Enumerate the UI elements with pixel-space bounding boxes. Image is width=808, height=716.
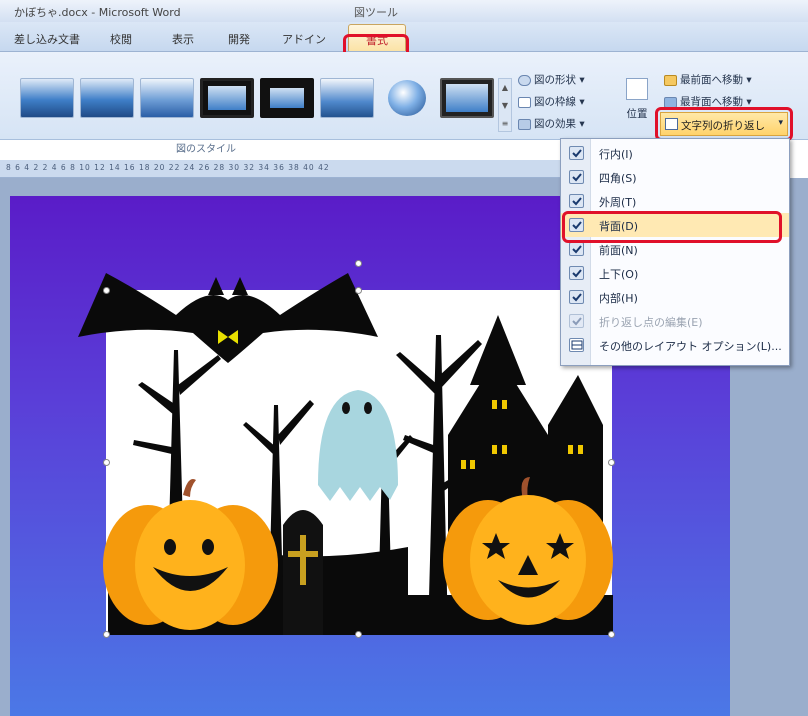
picture-border-icon [518, 96, 531, 108]
picture-style-thumb-1[interactable] [20, 78, 74, 118]
picture-style-thumb-6[interactable] [320, 78, 374, 118]
resize-handle-top[interactable] [355, 287, 362, 294]
wrap-through-icon [569, 290, 584, 304]
send-to-back-icon [664, 96, 677, 108]
tab-mailings[interactable]: 差し込み文書 [14, 31, 80, 47]
picture-style-thumb-2[interactable] [80, 78, 134, 118]
ruler-labels: 8 6 4 2 2 4 6 8 10 12 14 16 18 20 22 24 … [6, 163, 330, 172]
tab-addins[interactable]: アドイン [282, 31, 326, 47]
menu-item-tight[interactable]: 外周(T) [561, 189, 789, 213]
menu-item-more-layout-options[interactable]: その他のレイアウト オプション(L)... [561, 333, 789, 357]
bring-to-front-button[interactable]: 最前面へ移動 ▾ [664, 72, 752, 87]
wrap-inline-icon [569, 146, 584, 160]
resize-handle-bottom-left[interactable] [103, 631, 110, 638]
picture-style-thumb-4[interactable] [200, 78, 254, 118]
left-pumpkin [103, 479, 278, 630]
resize-handle-bottom-right[interactable] [608, 631, 615, 638]
layout-options-icon [569, 338, 584, 352]
edit-wrap-points-icon [569, 314, 584, 328]
send-to-back-button[interactable]: 最背面へ移動 ▾ [664, 94, 752, 109]
wrap-square-icon [569, 170, 584, 184]
horizontal-ruler[interactable]: 8 6 4 2 2 4 6 8 10 12 14 16 18 20 22 24 … [0, 160, 560, 178]
menu-item-in-front-of-text[interactable]: 前面(N) [561, 237, 789, 261]
text-wrapping-button[interactable]: 文字列の折り返し ▾ [660, 112, 788, 136]
tab-format-label: 書式 [366, 34, 388, 47]
wrap-in-front-icon [569, 242, 584, 256]
tab-review[interactable]: 校閲 [110, 31, 132, 47]
position-button[interactable]: 位置 [622, 74, 652, 128]
menu-item-top-and-bottom[interactable]: 上下(O) [561, 261, 789, 285]
wrap-tight-icon [569, 194, 584, 208]
picture-effects-icon [518, 118, 531, 130]
rotation-handle[interactable] [355, 260, 362, 267]
wrap-behind-text-icon [569, 218, 584, 232]
tab-view[interactable]: 表示 [172, 31, 194, 47]
resize-handle-top-left[interactable] [103, 287, 110, 294]
picture-shape-button[interactable]: 図の形状 ▾ [518, 72, 585, 87]
picture-shape-icon [518, 74, 531, 86]
menu-item-behind-text[interactable]: 背面(D) [561, 213, 789, 237]
gallery-down-arrow-icon[interactable]: ▼ [499, 97, 511, 115]
halloween-clipart [78, 273, 613, 635]
tab-developer[interactable]: 開発 [228, 31, 250, 47]
gallery-up-arrow-icon[interactable]: ▲ [499, 79, 511, 97]
picture-style-thumb-3[interactable] [140, 78, 194, 118]
picture-style-thumb-7[interactable] [380, 78, 434, 118]
chevron-down-icon: ▾ [778, 118, 783, 128]
resize-handle-left[interactable] [103, 459, 110, 466]
title-bar: かぼちゃ.docx - Microsoft Word 図ツール [0, 0, 808, 22]
text-wrapping-menu: 行内(I) 四角(S) 外周(T) 背面(D) 前面(N) 上下(O) 内部(H… [560, 138, 790, 366]
menu-item-edit-wrap-points: 折り返し点の編集(E) [561, 309, 789, 333]
wrap-top-bottom-icon [569, 266, 584, 280]
text-wrapping-icon [665, 118, 678, 130]
gallery-scroll-buttons[interactable]: ▲ ▼ ≡ [498, 78, 512, 132]
tab-format[interactable]: 書式 [348, 24, 406, 51]
picture-effects-button[interactable]: 図の効果 ▾ [518, 116, 585, 131]
picture-border-button[interactable]: 図の枠線 ▾ [518, 94, 585, 109]
gallery-more-icon[interactable]: ≡ [499, 115, 511, 133]
position-icon [626, 78, 648, 100]
text-wrapping-label: 文字列の折り返し [681, 120, 765, 132]
resize-handle-bottom[interactable] [355, 631, 362, 638]
resize-handle-right[interactable] [608, 459, 615, 466]
picture-tools-context-label: 図ツール [354, 6, 398, 19]
picture-style-thumb-8[interactable] [440, 78, 494, 118]
picture-styles-group-label: 図のスタイル [176, 144, 236, 155]
menu-item-inline[interactable]: 行内(I) [561, 141, 789, 165]
menu-item-through[interactable]: 内部(H) [561, 285, 789, 309]
menu-item-square[interactable]: 四角(S) [561, 165, 789, 189]
window-title: かぼちゃ.docx - Microsoft Word [14, 6, 181, 19]
position-label: 位置 [626, 108, 648, 120]
picture-style-thumb-5[interactable] [260, 78, 314, 118]
word-window: かぼちゃ.docx - Microsoft Word 図ツール 差し込み文書 校… [0, 0, 808, 716]
bring-to-front-icon [664, 74, 677, 86]
